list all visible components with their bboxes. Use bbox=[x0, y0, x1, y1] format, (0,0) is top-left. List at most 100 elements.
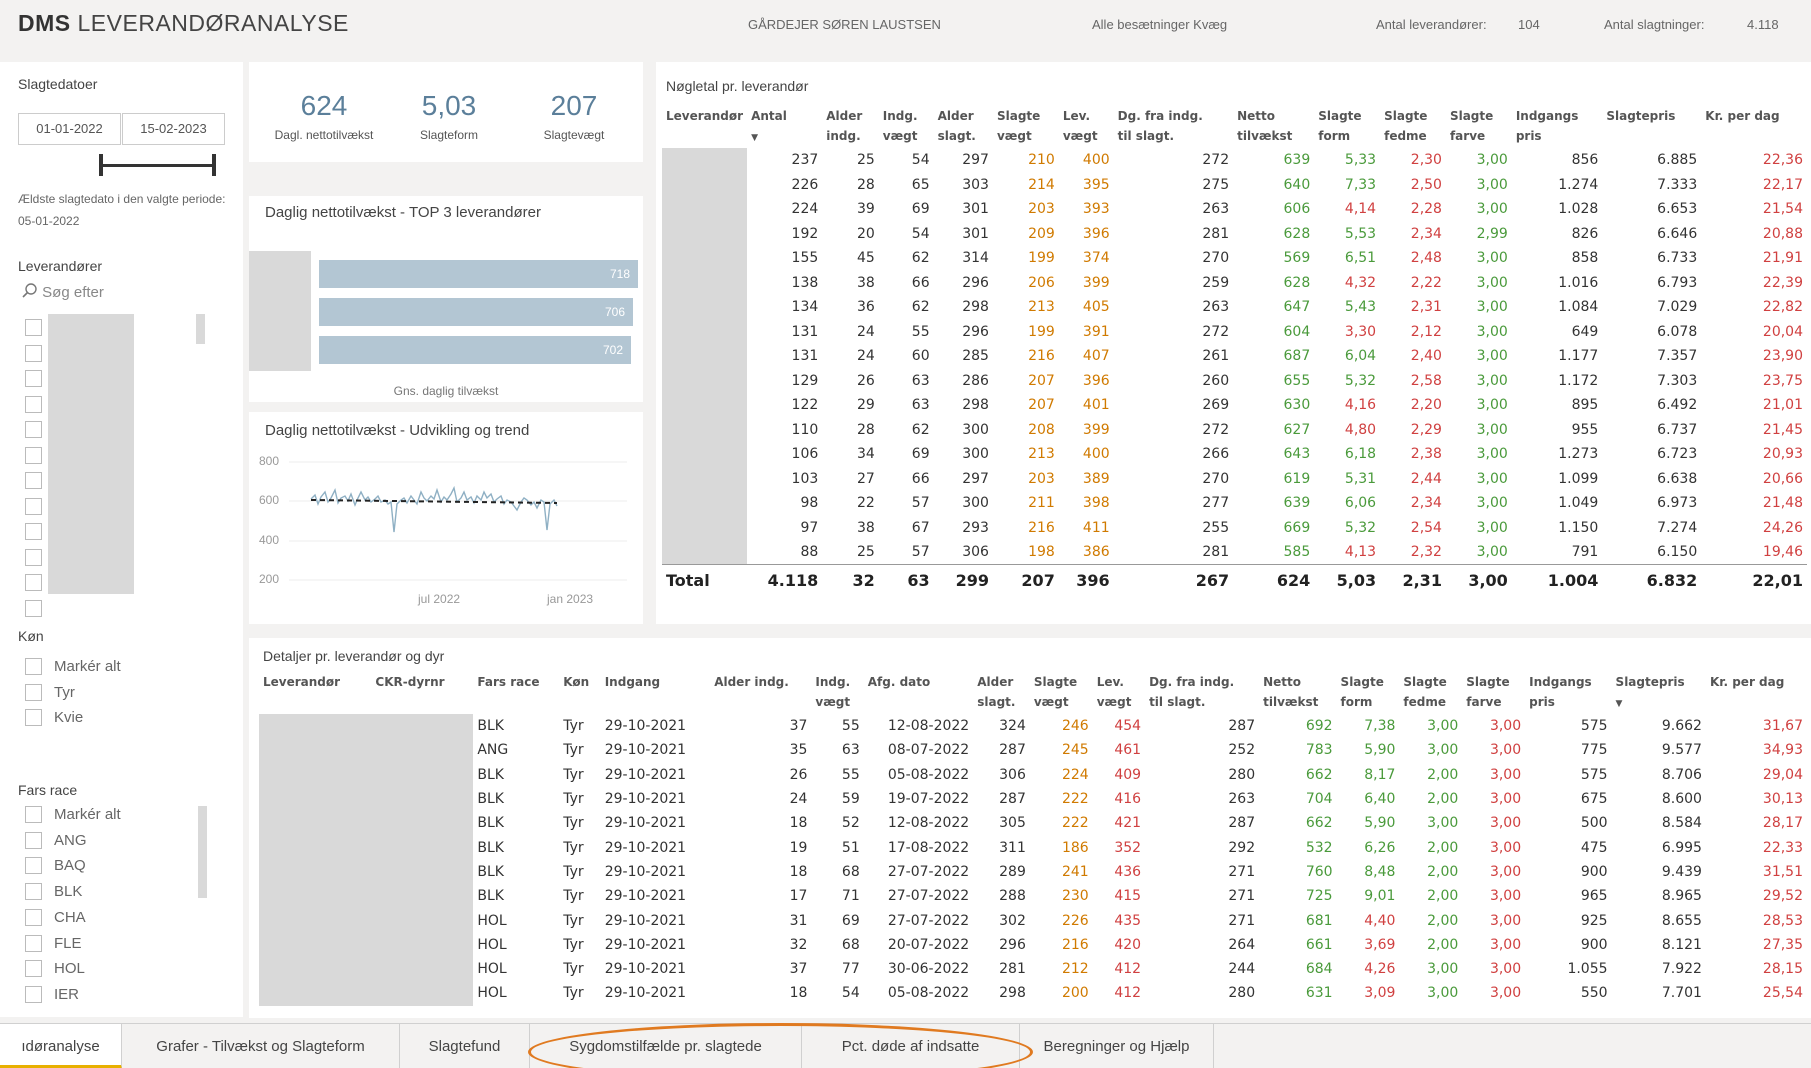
date-to-input[interactable]: 15-02-2023 bbox=[122, 113, 225, 145]
detail-col-header[interactable]: Slagte farve bbox=[1462, 672, 1525, 714]
top3-bar[interactable]: 718 bbox=[319, 260, 638, 288]
detail-col-header[interactable]: Lev. vægt bbox=[1093, 672, 1145, 714]
table-row[interactable]: 131 24 60 285 216 407 261 687 6,04 2,40 3,00 1.177 7… bbox=[662, 344, 1807, 369]
tab-grafer[interactable]: Grafer - Tilvækst og Slagteform bbox=[122, 1024, 400, 1068]
table-row[interactable]: ANG Tyr 29-10-2021 35 63 08-07-2022 287 245 461 2… bbox=[259, 738, 1807, 762]
detail-col-header[interactable]: Kr. per dag bbox=[1706, 672, 1807, 714]
key-col-header[interactable]: Lev. vægt bbox=[1059, 106, 1114, 148]
supplier-checkbox[interactable] bbox=[25, 497, 42, 515]
key-col-header[interactable]: Indgangs pris bbox=[1512, 106, 1603, 148]
key-col-header[interactable]: Slagte form bbox=[1314, 106, 1380, 148]
key-col-header[interactable]: Indg. vægt bbox=[879, 106, 934, 148]
key-col-header[interactable]: Dg. fra indg. til slagt. bbox=[1114, 106, 1233, 148]
race-checkbox[interactable] bbox=[25, 831, 42, 849]
table-row[interactable]: 134 36 62 298 213 405 263 647 5,43 2,31 3,00 1.084 7… bbox=[662, 295, 1807, 320]
detail-col-header[interactable]: Slagte fedme bbox=[1399, 672, 1462, 714]
detail-col-header[interactable]: Netto tilvækst bbox=[1259, 672, 1336, 714]
supplier-checkbox[interactable] bbox=[25, 599, 42, 617]
supplier-checkbox[interactable] bbox=[25, 574, 42, 591]
date-slider-start-handle[interactable] bbox=[99, 154, 103, 176]
race-checkbox[interactable] bbox=[25, 857, 42, 875]
key-col-header[interactable]: Alder indg. bbox=[822, 106, 879, 148]
table-row[interactable]: 97 38 67 293 216 411 255 669 5,32 2,54 3,00 1.150 7.… bbox=[662, 516, 1807, 541]
table-row[interactable]: 131 24 55 296 199 391 272 604 3,30 2,12 3,00 649 6.0… bbox=[662, 320, 1807, 345]
key-col-header[interactable]: Slagte fedme bbox=[1380, 106, 1446, 148]
table-row[interactable]: 192 20 54 301 209 396 281 628 5,53 2,34 2,99 826 6.6… bbox=[662, 222, 1807, 247]
detail-col-header[interactable]: Slagte vægt bbox=[1030, 672, 1093, 714]
top3-bar[interactable]: 706 bbox=[319, 298, 633, 326]
table-row[interactable]: 88 25 57 306 198 386 281 585 4,13 2,32 3,00 791 6.15… bbox=[662, 540, 1807, 565]
detail-col-header[interactable]: Dg. fra indg. til slagt. bbox=[1145, 672, 1259, 714]
tab-slagtefund[interactable]: Slagtefund bbox=[400, 1024, 530, 1068]
table-row[interactable]: 103 27 66 297 203 389 270 619 5,31 2,44 3,00 1.099 6… bbox=[662, 467, 1807, 492]
key-col-header[interactable]: Kr. per dag bbox=[1701, 106, 1807, 148]
key-col-header[interactable]: Slagte vægt bbox=[993, 106, 1059, 148]
table-row[interactable]: BLK Tyr 29-10-2021 26 55 05-08-2022 306 224 409 2… bbox=[259, 763, 1807, 787]
table-row[interactable]: HOL Tyr 29-10-2021 37 77 30-06-2022 281 212 412 2… bbox=[259, 957, 1807, 981]
supplier-list-scrollbar[interactable] bbox=[196, 314, 205, 344]
race-checkbox[interactable] bbox=[25, 960, 42, 978]
tab-leverandoranalyse[interactable]: ıdøranalyse bbox=[0, 1024, 122, 1068]
detail-col-header[interactable]: CKR-dyrnr bbox=[371, 672, 473, 714]
supplier-checkbox[interactable] bbox=[25, 523, 42, 540]
race-checkbox[interactable] bbox=[25, 806, 42, 823]
gender-select-all-checkbox[interactable] bbox=[25, 658, 42, 675]
table-row[interactable]: 155 45 62 314 199 374 270 569 6,51 2,48 3,00 858 6.7… bbox=[662, 246, 1807, 271]
supplier-search[interactable]: Søg efter bbox=[22, 283, 104, 301]
key-col-header[interactable]: Slagte farve bbox=[1446, 106, 1512, 148]
gender-tyr-checkbox[interactable] bbox=[25, 684, 42, 701]
detail-col-header[interactable]: Indgang bbox=[601, 672, 710, 714]
date-from-input[interactable]: 01-01-2022 bbox=[18, 113, 121, 145]
supplier-checkbox[interactable] bbox=[25, 548, 42, 566]
table-row[interactable]: BLK Tyr 29-10-2021 17 71 27-07-2022 288 230 415 2… bbox=[259, 884, 1807, 908]
supplier-checkbox[interactable] bbox=[25, 421, 42, 438]
table-row[interactable]: HOL Tyr 29-10-2021 31 69 27-07-2022 302 226 435 2… bbox=[259, 908, 1807, 932]
table-row[interactable]: BLK Tyr 29-10-2021 24 59 19-07-2022 287 222 416 2… bbox=[259, 787, 1807, 811]
detail-col-header[interactable]: Afg. dato bbox=[864, 672, 973, 714]
table-row[interactable]: HOL Tyr 29-10-2021 32 68 20-07-2022 296 216 420 2… bbox=[259, 933, 1807, 957]
detail-col-header[interactable]: Slagte form bbox=[1337, 672, 1400, 714]
table-row[interactable]: 237 25 54 297 210 400 272 639 5,33 2,30 3,00 856 6.8… bbox=[662, 148, 1807, 565]
supplier-checkbox[interactable] bbox=[25, 472, 42, 489]
table-row[interactable]: 138 38 66 296 206 399 259 628 4,32 2,22 3,00 1.016 6… bbox=[662, 271, 1807, 296]
key-col-header[interactable]: Antal ▼ bbox=[747, 106, 822, 148]
detail-col-header[interactable]: Indgangs pris bbox=[1525, 672, 1611, 714]
detail-col-header[interactable]: Leverandør bbox=[259, 672, 371, 714]
key-col-header[interactable]: Slagtepris bbox=[1602, 106, 1701, 148]
supplier-checkbox[interactable] bbox=[25, 344, 42, 362]
race-checkbox[interactable] bbox=[25, 883, 42, 901]
table-row[interactable]: BLK Tyr 29-10-2021 18 52 12-08-2022 305 222 421 2… bbox=[259, 811, 1807, 835]
tab-beregninger[interactable]: Beregninger og Hjælp bbox=[1020, 1024, 1214, 1068]
supplier-checkbox[interactable] bbox=[25, 446, 42, 464]
gender-kvie-checkbox[interactable] bbox=[25, 709, 42, 726]
table-row[interactable]: 98 22 57 300 211 398 277 639 6,06 2,34 3,00 1.049 6.… bbox=[662, 491, 1807, 516]
detail-col-header[interactable]: Køn bbox=[559, 672, 600, 714]
table-row[interactable]: BLK Tyr 29-10-2021 37 55 12-08-2022 324 246 454 2… bbox=[259, 714, 1807, 1006]
table-row[interactable]: 110 28 62 300 208 399 272 627 4,80 2,29 3,00 955 6.7… bbox=[662, 418, 1807, 443]
key-col-header[interactable]: Alder slagt. bbox=[934, 106, 993, 148]
key-col-header[interactable]: Leverandør bbox=[662, 106, 747, 148]
table-row[interactable]: 224 39 69 301 203 393 263 606 4,14 2,28 3,00 1.028 6… bbox=[662, 197, 1807, 222]
top3-bar[interactable]: 702 bbox=[319, 336, 631, 364]
table-row[interactable]: 106 34 69 300 213 400 266 643 6,18 2,38 3,00 1.273 6… bbox=[662, 442, 1807, 467]
detail-col-header[interactable]: Slagtepris ▼ bbox=[1612, 672, 1706, 714]
supplier-checkbox[interactable] bbox=[25, 370, 42, 387]
date-slider-end-handle[interactable] bbox=[212, 154, 216, 176]
table-row[interactable]: BLK Tyr 29-10-2021 19 51 17-08-2022 311 186 352 2… bbox=[259, 835, 1807, 859]
detail-col-header[interactable]: Alder indg. bbox=[710, 672, 811, 714]
race-checkbox[interactable] bbox=[25, 985, 42, 1003]
table-row[interactable]: 226 28 65 303 214 395 275 640 7,33 2,50 3,00 1.274 7… bbox=[662, 173, 1807, 198]
table-row[interactable]: 129 26 63 286 207 396 260 655 5,32 2,58 3,00 1.172 7… bbox=[662, 369, 1807, 394]
table-row[interactable]: BLK Tyr 29-10-2021 18 68 27-07-2022 289 241 436 2… bbox=[259, 860, 1807, 884]
key-col-header[interactable]: Netto tilvækst bbox=[1233, 106, 1314, 148]
race-list-scrollbar[interactable] bbox=[198, 806, 207, 898]
race-checkbox[interactable] bbox=[25, 908, 42, 926]
race-checkbox[interactable] bbox=[25, 934, 42, 952]
detail-col-header[interactable]: Fars race bbox=[473, 672, 559, 714]
supplier-checkbox[interactable] bbox=[25, 319, 42, 336]
detail-col-header[interactable]: Indg. vægt bbox=[811, 672, 863, 714]
table-row[interactable]: HOL Tyr 29-10-2021 18 54 05-08-2022 298 200 412 2… bbox=[259, 981, 1807, 1005]
supplier-checkbox[interactable] bbox=[25, 395, 42, 413]
detail-col-header[interactable]: Alder slagt. bbox=[973, 672, 1030, 714]
table-row[interactable]: 122 29 63 298 207 401 269 630 4,16 2,20 3,00 895 6.4… bbox=[662, 393, 1807, 418]
